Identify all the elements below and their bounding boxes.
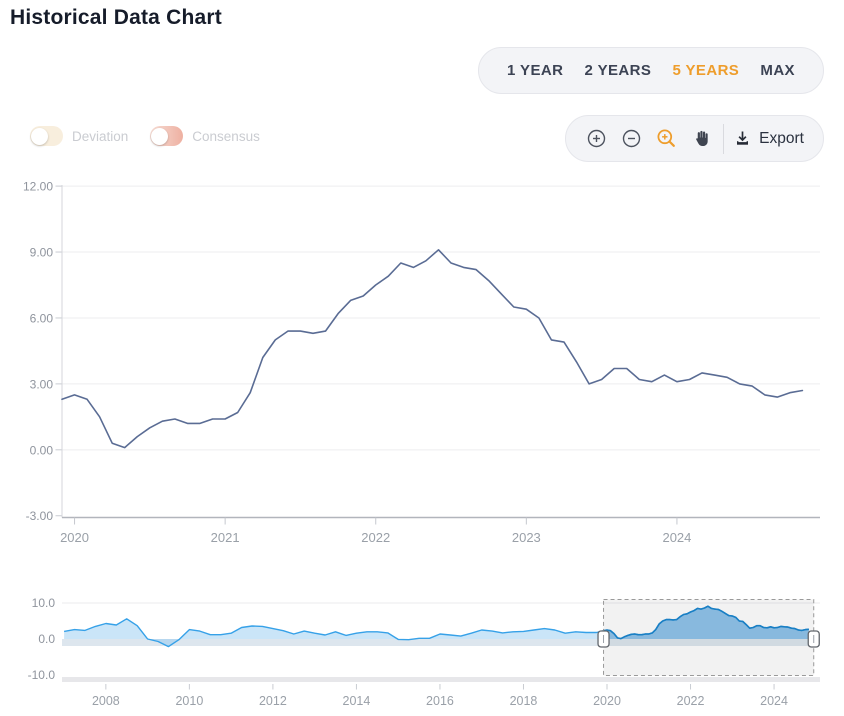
svg-text:2021: 2021	[211, 530, 240, 545]
svg-text:2018: 2018	[510, 694, 538, 708]
navigator-chart[interactable]: 10.0 0.0 -10.0 2008 2010 2012 2014 2016 2018 2020…	[28, 596, 820, 708]
svg-text:9.00: 9.00	[30, 246, 54, 260]
svg-text:2024: 2024	[662, 530, 691, 545]
svg-text:2008: 2008	[92, 694, 120, 708]
svg-text:12.00: 12.00	[23, 180, 53, 194]
svg-text:-3.00: -3.00	[26, 509, 54, 523]
nav-scrollbar-track[interactable]	[62, 677, 820, 682]
svg-text:2014: 2014	[343, 694, 371, 708]
svg-text:6.00: 6.00	[30, 311, 54, 325]
svg-text:2020: 2020	[593, 694, 621, 708]
svg-text:2024: 2024	[760, 694, 788, 708]
svg-text:2022: 2022	[361, 530, 390, 545]
svg-text:0.00: 0.00	[30, 443, 54, 457]
svg-text:2010: 2010	[175, 694, 203, 708]
svg-text:2022: 2022	[677, 694, 705, 708]
svg-text:0.0: 0.0	[38, 632, 55, 646]
charts-canvas: 12.00 9.00 6.00 3.00 0.00 -3.00 2020 2021 2022 20…	[0, 0, 844, 716]
svg-text:3.00: 3.00	[30, 377, 54, 391]
svg-text:2012: 2012	[259, 694, 287, 708]
main-series-line[interactable]	[62, 250, 802, 448]
svg-text:2016: 2016	[426, 694, 454, 708]
svg-text:2020: 2020	[60, 530, 89, 545]
svg-text:10.0: 10.0	[32, 596, 56, 610]
svg-text:-10.0: -10.0	[28, 668, 56, 682]
svg-text:2023: 2023	[512, 530, 541, 545]
nav-selection-window[interactable]	[604, 600, 814, 676]
main-chart[interactable]: 12.00 9.00 6.00 3.00 0.00 -3.00 2020 2021 2022 20…	[23, 180, 820, 545]
